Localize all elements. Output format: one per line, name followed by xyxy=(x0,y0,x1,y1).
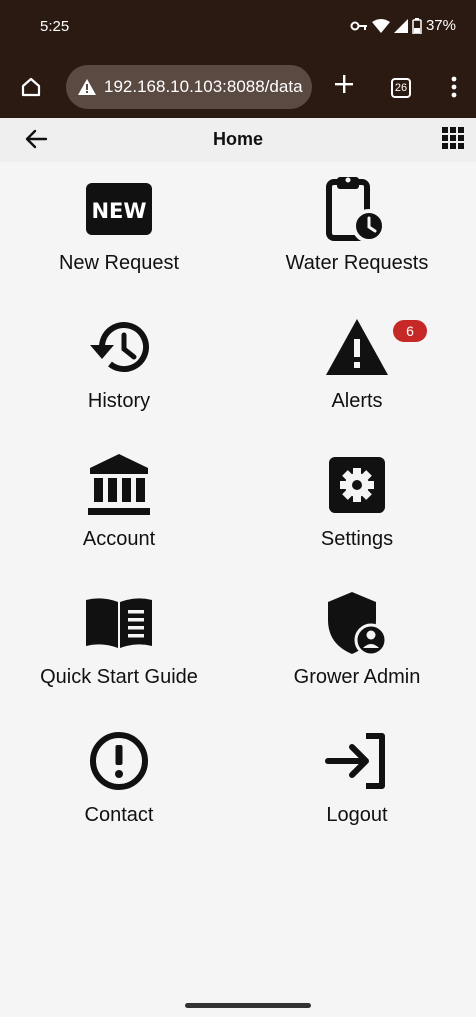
address-bar[interactable]: 192.168.10.103:8088/data xyxy=(66,65,312,109)
grower-admin-tile[interactable]: Grower Admin xyxy=(238,584,476,722)
url-text: 192.168.10.103:8088/data xyxy=(104,77,303,96)
overflow-menu-icon[interactable] xyxy=(450,75,458,99)
status-time: 5:25 xyxy=(40,18,70,35)
shield-user-icon xyxy=(328,592,388,656)
alerts-tile[interactable]: 6 Alerts xyxy=(238,308,476,446)
tile-label: Water Requests xyxy=(285,252,429,274)
status-icons: 37% xyxy=(350,17,456,34)
battery-percent: 37% xyxy=(425,17,456,34)
new-tab-icon[interactable] xyxy=(332,72,356,96)
new-request-tile[interactable]: NEW New Request xyxy=(0,170,238,308)
browser-toolbar: 192.168.10.103:8088/data 26 xyxy=(0,58,476,118)
status-bar: 5:25 37% xyxy=(0,0,476,58)
tile-label: Alerts xyxy=(331,390,383,412)
open-book-icon xyxy=(86,598,152,648)
warning-triangle-icon xyxy=(326,319,388,375)
logout-tile[interactable]: Logout xyxy=(238,722,476,860)
tile-label: Contact xyxy=(84,804,154,826)
battery-icon xyxy=(412,17,422,34)
alerts-count-badge: 6 xyxy=(393,320,427,342)
cell-signal-icon xyxy=(393,18,408,33)
wifi-icon xyxy=(371,18,390,33)
logout-icon xyxy=(325,733,385,789)
tile-label: Logout xyxy=(326,804,388,826)
svg-text:NEW: NEW xyxy=(91,199,146,223)
tab-switcher-button[interactable]: 26 xyxy=(391,78,411,98)
account-tile[interactable]: Account xyxy=(0,446,238,584)
history-icon xyxy=(90,322,149,373)
gear-icon xyxy=(329,457,385,513)
tile-label: Grower Admin xyxy=(293,666,421,688)
history-tile[interactable]: History xyxy=(0,308,238,446)
water-requests-tile[interactable]: Water Requests xyxy=(238,170,476,308)
tile-label: History xyxy=(87,390,151,412)
app-bar: Home xyxy=(0,118,476,162)
settings-tile[interactable]: Settings xyxy=(238,446,476,584)
gesture-navigation-bar[interactable] xyxy=(185,1003,311,1008)
tile-label: Account xyxy=(82,528,156,550)
exclamation-circle-icon xyxy=(90,732,148,790)
contact-tile[interactable]: Contact xyxy=(0,722,238,860)
home-icon[interactable] xyxy=(20,76,42,98)
quick-start-guide-tile[interactable]: Quick Start Guide xyxy=(0,584,238,722)
bank-icon xyxy=(88,454,150,515)
tile-label: Settings xyxy=(320,528,394,550)
clipboard-clock-icon xyxy=(326,177,386,243)
new-badge-icon: NEW xyxy=(86,183,152,235)
tile-label: Quick Start Guide xyxy=(40,666,198,688)
apps-grid-icon[interactable] xyxy=(442,127,464,149)
page-title: Home xyxy=(212,129,263,149)
vpn-key-icon xyxy=(350,21,367,30)
tile-label: New Request xyxy=(58,252,180,274)
warning-icon xyxy=(78,79,96,95)
